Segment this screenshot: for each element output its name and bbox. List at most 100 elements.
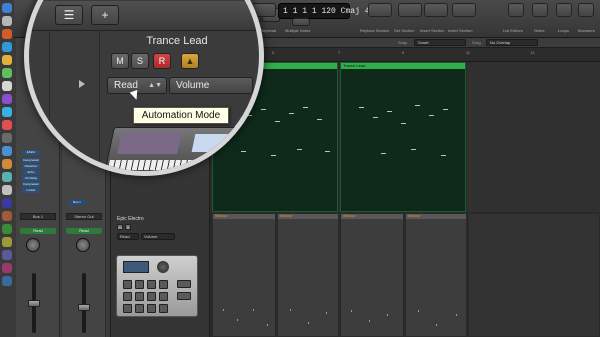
app-icon-19[interactable] <box>2 276 12 286</box>
plugin-slot[interactable]: ES2/A <box>22 150 40 155</box>
replace-section-button[interactable] <box>368 3 392 17</box>
insert-section-2-button[interactable] <box>452 3 476 17</box>
app-icon-8[interactable] <box>2 133 12 143</box>
app-icon-4[interactable] <box>2 81 12 91</box>
solo-button[interactable]: S <box>131 53 149 69</box>
dock <box>0 0 14 337</box>
safari-icon[interactable] <box>2 42 12 52</box>
automation-read-pill[interactable]: Read <box>20 228 56 234</box>
ruler-mark: 7 <box>338 50 341 55</box>
tooltip: Automation Mode <box>133 107 229 124</box>
audio-region[interactable]: Window <box>212 213 276 337</box>
midi-note <box>241 151 246 152</box>
app-icon-2[interactable] <box>2 55 12 65</box>
app-icon-15[interactable] <box>2 224 12 234</box>
app-icon-9[interactable] <box>2 146 12 156</box>
automation-mode-select[interactable]: Read <box>117 233 139 240</box>
audio-tick <box>456 314 457 316</box>
solo-button[interactable]: S <box>125 224 131 230</box>
notes-button[interactable] <box>292 18 310 26</box>
app-icon-13[interactable] <box>2 198 12 208</box>
audio-region[interactable]: Window <box>277 213 339 337</box>
app-icon-14[interactable] <box>2 211 12 221</box>
set-section-button[interactable] <box>398 3 422 17</box>
pad <box>147 292 156 301</box>
midi-region[interactable]: Trance Lead <box>340 62 466 212</box>
midi-note <box>411 149 416 150</box>
mute-button[interactable]: M <box>117 224 123 230</box>
audio-tick <box>237 319 238 321</box>
midi-note <box>261 109 266 110</box>
app-icon-11[interactable] <box>2 172 12 182</box>
disclosure-triangle-icon[interactable] <box>79 80 85 88</box>
pad <box>159 292 168 301</box>
record-enable-button[interactable]: R <box>153 53 171 69</box>
finder-icon[interactable] <box>2 3 12 13</box>
audio-tick <box>351 310 352 312</box>
lcd-key: Cmaj <box>340 7 360 16</box>
volume-fader-cap[interactable] <box>78 304 90 311</box>
drum-machine-screen <box>123 261 149 273</box>
app-icon-6[interactable] <box>2 107 12 117</box>
app-icon-10[interactable] <box>2 159 12 169</box>
updown-arrows-icon: ▲▼ <box>148 82 162 89</box>
pan-knob[interactable] <box>76 238 90 252</box>
ruler-mark: 9 <box>402 50 405 55</box>
plugin-slot[interactable]: Compressor <box>22 158 40 163</box>
app-icon-16[interactable] <box>2 237 12 247</box>
plugin-slot[interactable]: Echo <box>22 170 40 175</box>
automation-button[interactable]: ▲ <box>181 53 199 69</box>
app-icon-1[interactable] <box>2 29 12 39</box>
audio-tick <box>436 324 437 326</box>
timeline-ruler[interactable]: 3 5 7 9 11 13 <box>210 48 600 62</box>
drag-select[interactable]: No Overlap <box>486 39 538 46</box>
output-label[interactable]: Stereo Out <box>66 213 102 220</box>
toolbar-label-5: Insert Section <box>420 28 445 33</box>
app-icon-5[interactable] <box>2 94 12 104</box>
app-icon-17[interactable] <box>2 250 12 260</box>
magnified-separator <box>49 31 50 171</box>
automation-read-pill[interactable]: Read <box>66 228 102 234</box>
pad <box>159 304 168 313</box>
browsers-button[interactable] <box>578 3 594 17</box>
loops-button[interactable] <box>556 3 572 17</box>
automation-param-select[interactable]: Volume <box>141 233 175 240</box>
notes-panel-button[interactable] <box>532 3 548 17</box>
plugin-slot[interactable]: Limiter <box>22 188 40 193</box>
audio-tick <box>267 324 268 326</box>
pan-knob[interactable] <box>26 238 40 252</box>
app-icon-12[interactable] <box>2 185 12 195</box>
audio-region[interactable]: Window <box>340 213 404 337</box>
send-bus[interactable]: Bus 1 <box>20 213 56 220</box>
audio-region[interactable]: Window <box>405 213 467 337</box>
midi-note <box>275 121 280 122</box>
lcd-display[interactable]: 1 1 1 1 120 Cmaj 4/4 <box>278 3 379 19</box>
pad <box>123 280 132 289</box>
audio-tick <box>369 320 370 322</box>
mute-button[interactable]: M <box>111 53 129 69</box>
toolbar-label-7: List Editors <box>503 28 523 33</box>
plugin-slot[interactable]: Ch Delay <box>22 176 40 181</box>
lcd-tempo: 120 <box>321 7 336 16</box>
empty-track-lane[interactable] <box>467 62 600 212</box>
region-name: Trance Lead <box>341 63 465 69</box>
launchpad-icon[interactable] <box>2 16 12 26</box>
insert-section-button[interactable] <box>424 3 448 17</box>
app-icon-3[interactable] <box>2 68 12 78</box>
midi-note <box>325 151 330 152</box>
automation-param-select[interactable]: Volume <box>169 77 253 94</box>
toolbar-label-9: Loops <box>558 28 569 33</box>
plugin-slot[interactable]: Compressor <box>22 182 40 187</box>
bus-slot[interactable]: Bus 1 <box>68 200 86 205</box>
empty-audio-lane[interactable] <box>468 213 600 337</box>
app-icon-7[interactable] <box>2 120 12 130</box>
list-editors-button[interactable] <box>508 3 524 17</box>
plugin-slot[interactable]: Distortion <box>22 164 40 169</box>
automation-param-value: Volume <box>176 80 210 91</box>
lcd-beats: 1 <box>311 7 317 16</box>
volume-fader-cap[interactable] <box>28 300 40 307</box>
region-name: Window <box>213 214 275 219</box>
app-icon-18[interactable] <box>2 263 12 273</box>
snap-select[interactable]: Smart <box>414 39 466 46</box>
volume-fader-track[interactable] <box>82 273 86 333</box>
